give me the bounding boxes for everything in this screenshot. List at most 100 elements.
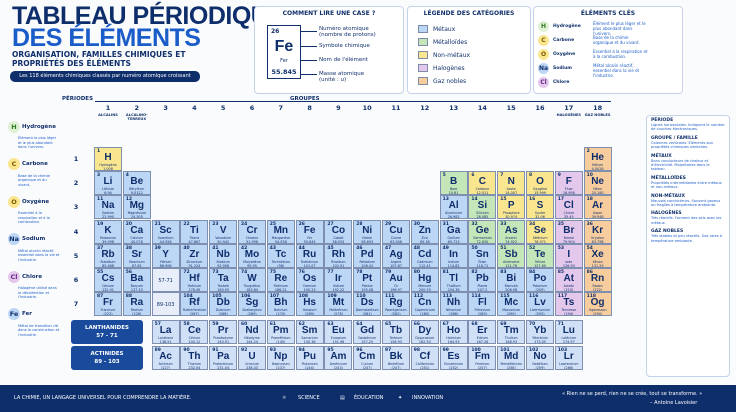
element-cell[interactable]: 102 No Nobélium (259) — [526, 346, 554, 370]
element-cell[interactable]: 116 Lv Livermorium (293) — [526, 292, 554, 317]
element-cell[interactable]: 1 H Hydrogène 1.008 — [94, 147, 122, 171]
element-cell[interactable]: 5 B Bore 10.81 — [439, 171, 468, 196]
element-cell[interactable]: 84 Po Polonium (209) — [526, 268, 554, 292]
element-cell[interactable]: 65 Tb Terbium 158.93 — [382, 320, 410, 344]
element-cell[interactable]: 118 Og Oganesson (294) — [583, 292, 612, 317]
element-cell[interactable]: 95 Am Américium (243) — [324, 346, 353, 370]
element-cell[interactable]: 46 Pd Palladium 106.42 — [353, 243, 382, 268]
element-cell[interactable]: 54 Xe Xénon 131.29 — [583, 243, 612, 268]
element-cell[interactable]: 13 Al Aluminium 26.982 — [439, 195, 468, 220]
element-cell[interactable]: 93 Np Neptunium (237) — [266, 346, 295, 370]
element-cell[interactable]: 44 Ru Ruthénium 101.07 — [295, 243, 324, 268]
element-cell[interactable]: 26 Fe Fer 55.845 — [295, 219, 324, 244]
element-cell[interactable]: 55 Cs Césium 132.91 — [94, 268, 122, 292]
element-cell[interactable]: 34 Se Sélénium 78.971 — [526, 219, 554, 244]
element-cell[interactable]: 15 P Phosphore 30.974 — [497, 195, 526, 220]
element-cell[interactable]: 12 Mg Magnésium 24.305 — [122, 195, 151, 220]
element-cell[interactable]: 69 Tm Thulium 168.93 — [497, 320, 526, 344]
element-cell[interactable]: 79 Au Or 196.97 — [382, 268, 410, 292]
element-cell[interactable]: 27 Co Cobalt 58.933 — [324, 219, 353, 244]
element-cell[interactable]: 72 Hf Hafnium 178.49 — [180, 268, 209, 292]
element-cell[interactable]: 90 Th Thorium 232.04 — [180, 346, 209, 370]
element-cell[interactable]: 58 Ce Cérium 140.12 — [180, 320, 209, 344]
element-cell[interactable]: 14 Si Silicium 28.085 — [468, 195, 497, 220]
element-cell[interactable]: 97 Bk Berkélium (247) — [382, 346, 410, 370]
element-cell[interactable]: 101 Md Mendélévium (258) — [497, 346, 526, 370]
element-cell[interactable]: 22 Ti Titane 47.867 — [180, 219, 209, 244]
element-cell[interactable]: 7 N Azote 14.007 — [497, 171, 526, 196]
element-cell[interactable]: 19 K Potassium 39.098 — [94, 219, 122, 244]
element-cell[interactable]: 98 Cf Californium (251) — [410, 346, 439, 370]
element-cell[interactable]: 68 Er Erbium 167.26 — [468, 320, 497, 344]
element-cell[interactable]: 20 Ca Calcium 40.078 — [122, 219, 151, 244]
element-cell[interactable]: 35 Br Brome 79.904 — [554, 219, 583, 244]
element-cell[interactable]: 6 C Carbone 12.011 — [468, 171, 497, 196]
element-cell[interactable]: 75 Re Rhénium 186.21 — [266, 268, 295, 292]
element-cell[interactable]: 64 Gd Gadolinium 157.25 — [353, 320, 382, 344]
element-cell[interactable]: 24 Cr Chrome 51.996 — [238, 219, 266, 244]
element-cell[interactable]: 38 Sr Strontium 87.62 — [122, 243, 151, 268]
element-cell[interactable]: 80 Hg Mercure 200.59 — [410, 268, 439, 292]
element-cell[interactable]: 87 Fr Francium (223) — [94, 292, 122, 317]
element-cell[interactable]: 32 Ge Germanium 72.630 — [468, 219, 497, 244]
element-cell[interactable]: 109 Mt Meitnérium (278) — [324, 292, 353, 317]
element-cell[interactable]: 81 Tl Thallium 204.38 — [439, 268, 468, 292]
element-cell[interactable]: 100 Fm Fermium (257) — [468, 346, 497, 370]
element-cell[interactable]: 112 Cn Copernicium (285) — [410, 292, 439, 317]
element-cell[interactable]: 61 Pm Prométhium (145) — [266, 320, 295, 344]
element-cell[interactable]: 10 Ne Néon 20.180 — [583, 171, 612, 196]
element-cell[interactable]: 2 He Hélium 4.0026 — [583, 147, 612, 171]
element-cell[interactable]: 53 I Iode 126.90 — [554, 243, 583, 268]
element-cell[interactable]: 57 La Lanthane 138.91 — [151, 320, 180, 344]
element-cell[interactable]: 30 Zn Zinc 65.38 — [410, 219, 439, 244]
element-cell[interactable]: 99 Es Einsteinium (252) — [439, 346, 468, 370]
element-cell[interactable]: 17 Cl Chlore 35.45 — [554, 195, 583, 220]
element-cell[interactable]: 36 Kr Krypton 83.798 — [583, 219, 612, 244]
element-cell[interactable]: 18 Ar Argon 39.948 — [583, 195, 612, 220]
element-cell[interactable]: 21 Sc Scandium 44.956 — [151, 219, 180, 244]
element-cell[interactable]: 66 Dy Dysprosium 162.50 — [410, 320, 439, 344]
element-cell[interactable]: 82 Pb Plomb 207.2 — [468, 268, 497, 292]
element-cell[interactable]: 51 Sb Antimoine 121.76 — [497, 243, 526, 268]
element-cell[interactable]: 103 Lr Lawrencium (266) — [554, 346, 583, 370]
element-cell[interactable]: 4 Be Béryllium 9.0122 — [122, 171, 151, 196]
element-cell[interactable]: 47 Ag Argent 107.87 — [382, 243, 410, 268]
element-cell[interactable]: 63 Eu Europium 151.96 — [324, 320, 353, 344]
element-cell[interactable]: 92 U Uranium 238.03 — [238, 346, 266, 370]
element-cell[interactable]: 23 V Vanadium 50.942 — [209, 219, 238, 244]
element-cell[interactable]: 41 Nb Niobium 92.906 — [209, 243, 238, 268]
element-cell[interactable]: 67 Ho Holmium 164.93 — [439, 320, 468, 344]
element-cell[interactable]: 11 Na Sodium 22.990 — [94, 195, 122, 220]
element-cell[interactable]: 56 Ba Baryum 137.33 — [122, 268, 151, 292]
element-cell[interactable]: 45 Rh Rhodium 102.91 — [324, 243, 353, 268]
element-cell[interactable]: 62 Sm Samarium 150.36 — [295, 320, 324, 344]
element-cell[interactable]: 105 Db Dubnium (268) — [209, 292, 238, 317]
element-cell[interactable]: 3 Li Lithium 6.94 — [94, 171, 122, 196]
element-cell[interactable]: 9 F Fluor 18.998 — [554, 171, 583, 196]
element-cell[interactable]: 40 Zr Zirconium 91.224 — [180, 243, 209, 268]
element-cell[interactable]: 50 Sn Étain 118.71 — [468, 243, 497, 268]
element-cell[interactable]: 94 Pu Plutonium (244) — [295, 346, 324, 370]
element-cell[interactable]: 70 Yb Ytterbium 173.05 — [526, 320, 554, 344]
element-cell[interactable]: 106 Sg Seaborgium (269) — [238, 292, 266, 317]
element-cell[interactable]: 83 Bi Bismuth 208.98 — [497, 268, 526, 292]
element-cell[interactable]: 114 Fl Flérovium (289) — [468, 292, 497, 317]
element-cell[interactable]: 78 Pt Platine 195.08 — [353, 268, 382, 292]
element-cell[interactable]: 71 Lu Lutécium 174.97 — [554, 320, 583, 344]
element-cell[interactable]: 113 Nh Nihonium (286) — [439, 292, 468, 317]
element-cell[interactable]: 49 In Indium 114.82 — [439, 243, 468, 268]
element-cell[interactable]: 108 Hs Hassium (269) — [295, 292, 324, 317]
element-cell[interactable]: 76 Os Osmium 190.23 — [295, 268, 324, 292]
element-cell[interactable]: 117 Ts Tennesse (294) — [554, 292, 583, 317]
element-cell[interactable]: 104 Rf Rutherfordium (267) — [180, 292, 209, 317]
element-cell[interactable]: 52 Te Tellure 127.60 — [526, 243, 554, 268]
element-cell[interactable]: 115 Mc Moscovium (290) — [497, 292, 526, 317]
element-cell[interactable]: 107 Bh Bohrium (270) — [266, 292, 295, 317]
element-cell[interactable]: 73 Ta Tantale 180.95 — [209, 268, 238, 292]
element-cell[interactable]: 42 Mo Molybdène 95.95 — [238, 243, 266, 268]
element-cell[interactable]: 31 Ga Gallium 69.723 — [439, 219, 468, 244]
element-cell[interactable]: 59 Pr Praséodyme 140.91 — [209, 320, 238, 344]
element-cell[interactable]: 110 Ds Darmstadtium (281) — [353, 292, 382, 317]
element-cell[interactable]: 8 O Oxygène 15.999 — [526, 171, 554, 196]
element-cell[interactable]: 86 Rn Radon (222) — [583, 268, 612, 292]
